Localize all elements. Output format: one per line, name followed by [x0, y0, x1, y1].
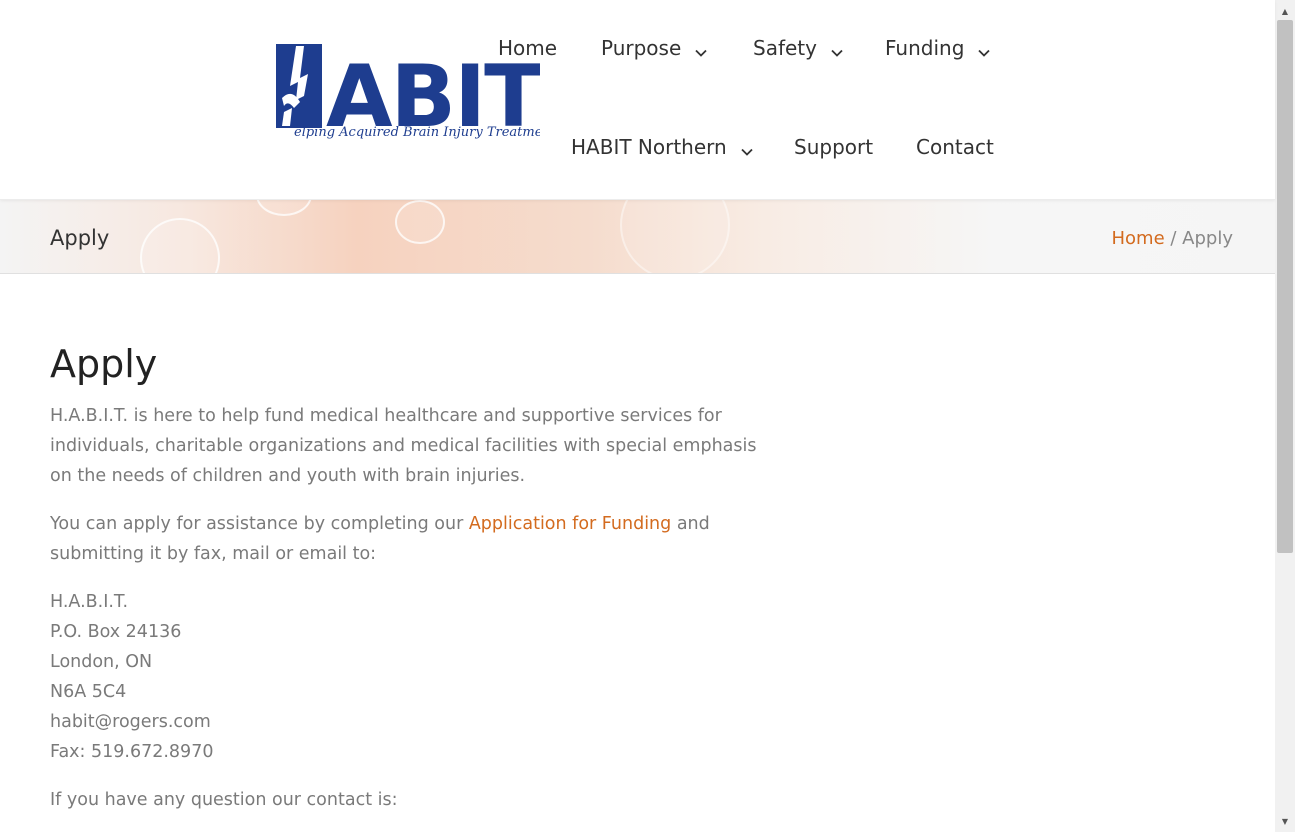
- site-header: ABIT elping Acquired Brain Injury Treatm…: [0, 0, 1275, 200]
- address-line: P.O. Box 24136: [50, 622, 182, 642]
- nav-safety[interactable]: Safety: [753, 36, 844, 60]
- breadcrumb-home-link[interactable]: Home: [1112, 228, 1165, 249]
- intro-paragraph: H.A.B.I.T. is here to help fund medical …: [50, 406, 757, 486]
- main-content: Apply H.A.B.I.T. is here to help fund me…: [50, 340, 770, 832]
- breadcrumb: Home / Apply: [1112, 228, 1234, 249]
- content-heading: Apply: [50, 342, 158, 386]
- arrow-up-icon[interactable]: ▲: [1275, 2, 1295, 20]
- question-paragraph: If you have any question our contact is:: [50, 790, 398, 810]
- chevron-down-icon: [694, 41, 708, 57]
- address-line: London, ON: [50, 652, 153, 672]
- vertical-scrollbar[interactable]: ▲ ▼: [1275, 0, 1295, 832]
- mailing-address: H.A.B.I.T. P.O. Box 24136 London, ON N6A…: [50, 587, 770, 767]
- apply-text-before: You can apply for assistance by completi…: [50, 514, 469, 534]
- page-title-bar: [0, 200, 1275, 274]
- application-for-funding-link[interactable]: Application for Funding: [469, 514, 671, 534]
- nav-purpose[interactable]: Purpose: [601, 36, 708, 60]
- nav-habit-northern-label: HABIT Northern: [571, 135, 727, 159]
- address-fax: Fax: 519.672.8970: [50, 742, 214, 762]
- nav-home[interactable]: Home: [498, 36, 557, 60]
- nav-funding-label: Funding: [885, 36, 965, 60]
- chevron-down-icon: [977, 41, 991, 57]
- address-email: habit@rogers.com: [50, 712, 211, 732]
- nav-funding[interactable]: Funding: [885, 36, 991, 60]
- nav-habit-northern[interactable]: HABIT Northern: [571, 135, 754, 159]
- address-line: H.A.B.I.T.: [50, 592, 129, 612]
- chevron-down-icon: [740, 140, 754, 156]
- nav-contact[interactable]: Contact: [916, 135, 994, 159]
- decorative-bokeh: [140, 218, 220, 273]
- arrow-down-icon[interactable]: ▼: [1275, 812, 1295, 830]
- decorative-bokeh: [620, 200, 730, 273]
- decorative-bokeh: [395, 200, 445, 244]
- address-line: N6A 5C4: [50, 682, 127, 702]
- nav-support[interactable]: Support: [794, 135, 873, 159]
- logo-tagline: elping Acquired Brain Injury Treatment: [294, 125, 540, 140]
- nav-support-label: Support: [794, 135, 874, 159]
- scrollbar-thumb[interactable]: [1277, 20, 1293, 553]
- nav-safety-label: Safety: [753, 36, 817, 60]
- nav-contact-label: Contact: [916, 135, 994, 159]
- nav-purpose-label: Purpose: [601, 36, 682, 60]
- breadcrumb-separator: /: [1164, 228, 1183, 249]
- breadcrumb-current: Apply: [1182, 228, 1233, 249]
- chevron-down-icon: [830, 41, 844, 57]
- apply-paragraph: You can apply for assistance by completi…: [50, 509, 770, 569]
- decorative-bokeh: [256, 200, 312, 216]
- nav-home-label: Home: [498, 36, 558, 60]
- page-title: Apply: [50, 226, 110, 250]
